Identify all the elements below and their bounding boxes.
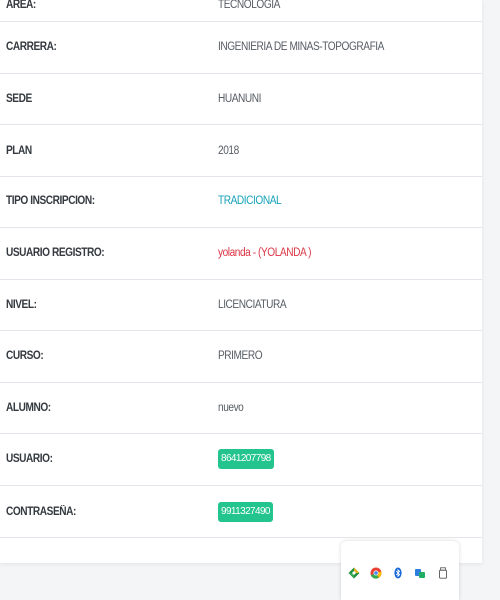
detail-value: PRIMERO [218,350,263,362]
detail-label: TIPO INSCRIPCION: [6,195,95,207]
system-tray-overflow-panel [341,541,459,600]
detail-row-nivel: NIVEL: LICENCIATURA [0,280,482,331]
detail-row-usuario-registro: USUARIO REGISTRO: yolanda - (YOLANDA ) [0,228,482,280]
detail-value: INGENIERIA DE MINAS-TOPOGRAFIA [218,41,385,53]
bluetooth-icon[interactable] [392,566,404,579]
detail-row-area: AREA: TECNOLOGIA [0,0,482,22]
detail-value: 2018 [218,145,239,157]
network-icon[interactable] [414,566,426,578]
detail-row-curso: CURSO: PRIMERO [0,331,482,383]
detail-label: USUARIO REGISTRO: [6,247,105,259]
detail-value: LICENCIATURA [218,299,287,311]
detail-value: TECNOLOGIA [218,0,280,11]
inscription-type-value: TRADICIONAL [218,195,282,207]
detail-row-plan: PLAN 2018 [0,125,482,177]
detail-row-carrera: CARRERA: INGENIERIA DE MINAS-TOPOGRAFIA [0,22,482,74]
detail-label: CURSO: [6,350,44,362]
student-detail-card: AREA: TECNOLOGIA CARRERA: INGENIERIA DE … [0,0,482,563]
password-badge[interactable]: 9911327490 [218,502,273,522]
detail-row-tipo-inscripcion: TIPO INSCRIPCION: TRADICIONAL [0,177,482,228]
detail-value: HUANUNI [218,93,262,105]
detail-row-sede: SEDE HUANUNI [0,74,482,125]
usb-drive-icon[interactable] [437,566,449,579]
detail-label: ALUMNO: [6,402,51,414]
detail-row-usuario: USUARIO: 8641207798 [0,434,482,486]
detail-label: PLAN [6,145,32,157]
detail-row-contrasena: CONTRASEÑA: 9911327490 [0,486,482,538]
maps-app-icon[interactable] [348,566,360,579]
detail-label: CARRERA: [6,41,57,53]
detail-label: NIVEL: [6,299,37,311]
detail-value: nuevo [218,402,244,414]
detail-label: CONTRASEÑA: [6,506,76,518]
chrome-icon[interactable] [370,566,382,579]
username-badge[interactable]: 8641207798 [218,449,274,469]
detail-label: USUARIO: [6,453,53,465]
detail-row-alumno: ALUMNO: nuevo [0,383,482,434]
registered-by-value: yolanda - (YOLANDA ) [218,247,312,259]
detail-label: AREA: [6,0,36,11]
detail-label: SEDE [6,93,32,105]
